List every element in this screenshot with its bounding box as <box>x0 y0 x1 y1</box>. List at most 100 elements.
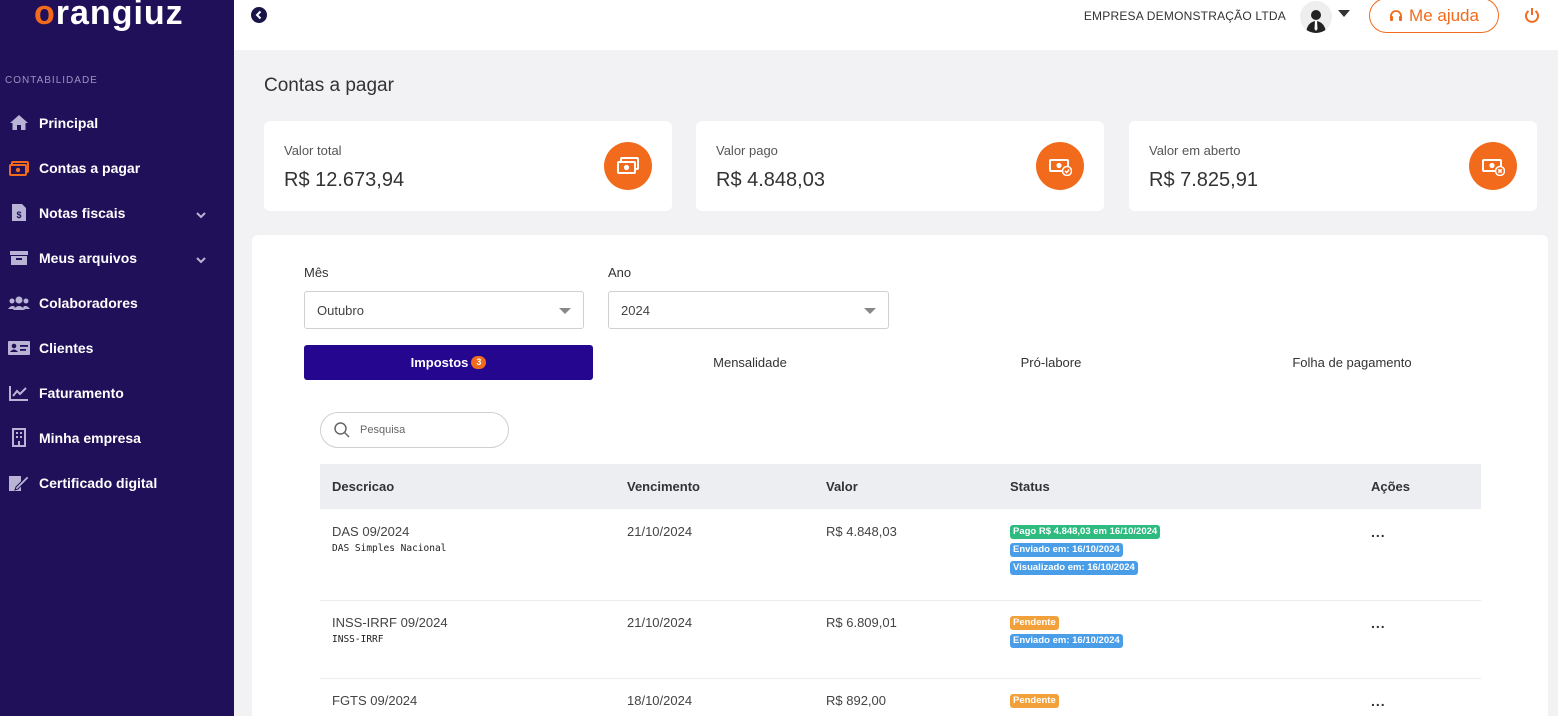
money-stack-icon <box>604 142 652 190</box>
year-label: Ano <box>608 265 632 280</box>
row-actions-button[interactable]: ... <box>1371 693 1386 709</box>
power-icon <box>1525 8 1539 23</box>
home-icon <box>8 114 30 132</box>
caret-down-icon <box>864 308 876 314</box>
headset-icon <box>1390 9 1403 21</box>
caret-down-icon[interactable] <box>1338 10 1350 17</box>
invoice-icon: $ <box>8 204 30 222</box>
sidebar-item-label: Notas fiscais <box>39 204 126 221</box>
money-icon <box>8 159 30 177</box>
year-select-value: 2024 <box>621 302 650 318</box>
users-icon <box>8 294 30 312</box>
card-value: R$ 7.825,91 <box>1149 169 1258 191</box>
chevron-left-icon <box>255 10 262 20</box>
logo[interactable]: orangiuz <box>34 0 184 33</box>
chevron-down-icon[interactable] <box>196 251 206 267</box>
certificate-icon <box>8 474 30 492</box>
collapse-sidebar-button[interactable] <box>251 7 267 23</box>
sidebar-item-minha-empresa[interactable]: Minha empresa <box>0 415 234 460</box>
sidebar-item-faturamento[interactable]: Faturamento <box>0 370 234 415</box>
cell-status: Pendente <box>1010 694 1059 712</box>
summary-card-open: Valor em aberto R$ 7.825,91 <box>1129 121 1537 211</box>
sidebar-item-colaboradores[interactable]: Colaboradores <box>0 280 234 325</box>
cell-status: Pago R$ 4.848,03 em 16/10/2024 Enviado e… <box>1010 525 1161 579</box>
description-title: FGTS 09/2024 <box>332 693 418 708</box>
svg-text:$: $ <box>16 210 21 220</box>
cell-vencimento: 18/10/2024 <box>627 693 693 708</box>
caret-down-icon <box>559 308 571 314</box>
tab-label: Mensalidade <box>713 355 787 370</box>
tab-impostos[interactable]: Impostos 3 <box>304 345 593 380</box>
sidebar: orangiuz CONTABILIDADE Principal Contas … <box>0 0 234 716</box>
sidebar-item-clientes[interactable]: Clientes <box>0 325 234 370</box>
table-row[interactable]: INSS-IRRF 09/2024 INSS-IRRF 21/10/2024 R… <box>320 601 1481 679</box>
status-badge-paid: Pago R$ 4.848,03 em 16/10/2024 <box>1010 525 1161 539</box>
count-badge: 3 <box>471 356 487 369</box>
help-button[interactable]: Me ajuda <box>1369 0 1499 33</box>
summary-card-paid: Valor pago R$ 4.848,03 <box>696 121 1104 211</box>
year-select[interactable]: 2024 <box>608 291 889 329</box>
cell-descricao: DAS 09/2024 DAS Simples Nacional <box>332 524 446 554</box>
sidebar-item-certificado-digital[interactable]: Certificado digital <box>0 460 234 505</box>
row-actions-button[interactable]: ... <box>1371 615 1386 631</box>
sidebar-item-label: Meus arquivos <box>39 249 138 266</box>
sidebar-item-notas-fiscais[interactable]: $ Notas fiscais <box>0 190 234 235</box>
row-actions-button[interactable]: ... <box>1371 524 1386 540</box>
column-header-valor[interactable]: Valor <box>826 479 858 494</box>
table-header: Descricao Vencimento Valor Status Ações <box>320 464 1481 509</box>
avatar[interactable] <box>1300 1 1332 33</box>
page-title: Contas a pagar <box>264 75 394 96</box>
sidebar-section-label: CONTABILIDADE <box>5 75 98 86</box>
column-header-acoes: Ações <box>1371 479 1411 494</box>
sidebar-item-meus-arquivos[interactable]: Meus arquivos <box>0 235 234 280</box>
user-icon <box>1306 10 1326 33</box>
tab-mensalidade[interactable]: Mensalidade <box>605 345 895 380</box>
tab-pro-labore[interactable]: Pró-labore <box>906 345 1196 380</box>
top-bar: EMPRESA DEMONSTRAÇÃO LTDA Me ajuda <box>234 0 1558 50</box>
sidebar-item-label: Clientes <box>39 339 94 356</box>
sidebar-item-label: Principal <box>39 114 99 131</box>
cell-vencimento: 21/10/2024 <box>627 524 693 539</box>
sidebar-item-label: Faturamento <box>39 384 124 401</box>
status-badge-viewed: Visualizado em: 16/10/2024 <box>1010 561 1138 575</box>
logout-button[interactable] <box>1524 7 1540 28</box>
id-card-icon <box>8 339 30 357</box>
money-x-icon <box>1469 142 1517 190</box>
sidebar-item-label: Colaboradores <box>39 294 138 311</box>
status-badge-pending: Pendente <box>1010 616 1059 630</box>
tab-label: Impostos <box>410 355 469 370</box>
sidebar-nav: Principal Contas a pagar $ Notas fiscais… <box>0 100 234 505</box>
chevron-down-icon[interactable] <box>196 206 206 222</box>
chart-line-icon <box>8 384 30 402</box>
sidebar-item-label: Minha empresa <box>39 429 141 446</box>
cell-valor: R$ 4.848,03 <box>826 524 897 539</box>
sidebar-item-contas-a-pagar[interactable]: Contas a pagar <box>0 145 234 190</box>
tab-label: Pró-labore <box>1020 355 1082 370</box>
table-row[interactable]: FGTS 09/2024 18/10/2024 R$ 892,00 Penden… <box>320 679 1481 716</box>
month-label: Mês <box>304 265 329 280</box>
search-input[interactable] <box>360 424 500 436</box>
month-select-value: Outubro <box>317 302 364 318</box>
cell-descricao: INSS-IRRF 09/2024 INSS-IRRF <box>332 615 448 645</box>
cell-vencimento: 21/10/2024 <box>627 615 693 630</box>
tab-label: Folha de pagamento <box>1292 355 1412 370</box>
company-name: EMPRESA DEMONSTRAÇÃO LTDA <box>1083 9 1286 23</box>
column-header-vencimento[interactable]: Vencimento <box>627 479 700 494</box>
card-label: Valor pago <box>716 143 778 158</box>
help-button-label: Me ajuda <box>1409 5 1479 25</box>
search-box[interactable] <box>320 412 509 448</box>
status-badge-sent: Enviado em: 16/10/2024 <box>1010 634 1123 648</box>
tab-folha-de-pagamento[interactable]: Folha de pagamento <box>1207 345 1497 380</box>
column-header-descricao[interactable]: Descricao <box>332 479 394 494</box>
sidebar-item-principal[interactable]: Principal <box>0 100 234 145</box>
month-select[interactable]: Outubro <box>304 291 584 329</box>
card-label: Valor total <box>284 143 342 158</box>
cell-valor: R$ 892,00 <box>826 693 886 708</box>
cell-status: Pendente Enviado em: 16/10/2024 <box>1010 616 1123 652</box>
cell-descricao: FGTS 09/2024 <box>332 693 417 708</box>
card-value: R$ 12.673,94 <box>284 169 405 191</box>
column-header-status[interactable]: Status <box>1010 479 1050 494</box>
description-title: INSS-IRRF 09/2024 <box>332 615 448 630</box>
table-row[interactable]: DAS 09/2024 DAS Simples Nacional 21/10/2… <box>320 510 1481 601</box>
status-badge-pending: Pendente <box>1010 694 1059 708</box>
